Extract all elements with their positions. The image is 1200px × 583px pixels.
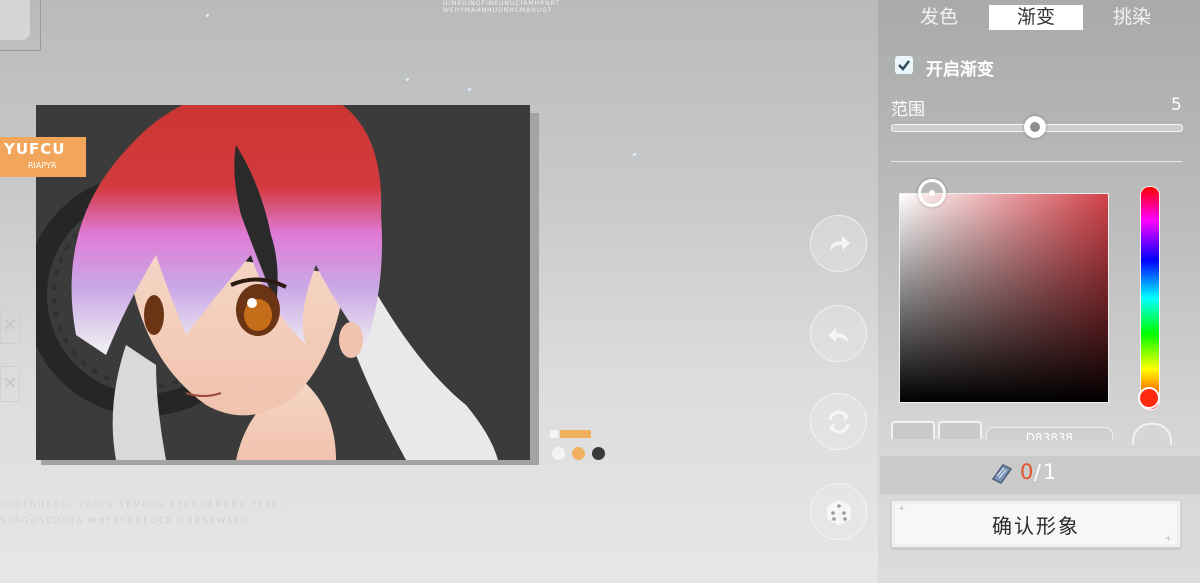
side-decoration: ✕ ✕: [0, 300, 20, 430]
character-subtitle: RIAPYR: [28, 161, 57, 170]
sparkle: [206, 14, 209, 17]
reset-button[interactable]: [810, 393, 867, 450]
confirm-appearance-button[interactable]: + + 确认形象: [891, 500, 1181, 548]
character-illustration: [36, 105, 498, 460]
color-mode-button[interactable]: [891, 421, 935, 439]
swatch-orange[interactable]: [572, 447, 585, 460]
range-slider-thumb[interactable]: [1024, 116, 1046, 138]
hue-slider-thumb[interactable]: [1138, 387, 1160, 409]
redo-icon: [829, 235, 850, 251]
section-divider: [891, 161, 1182, 162]
tab-highlight[interactable]: 挑染: [1099, 5, 1165, 30]
swatch-marker: [550, 430, 558, 438]
range-label: 范围: [891, 100, 925, 120]
enable-gradient-label: 开启渐变: [926, 60, 994, 80]
undo-button[interactable]: [810, 305, 867, 362]
sparkle: [633, 153, 636, 156]
hex-color-input[interactable]: D83838: [986, 427, 1113, 440]
swatch-dark[interactable]: [592, 447, 605, 460]
redo-button[interactable]: [810, 215, 867, 272]
saturation-value-picker[interactable]: [899, 193, 1109, 403]
token-icon: [991, 464, 1013, 484]
range-value: 5: [1171, 95, 1182, 115]
refresh-icon: [828, 410, 849, 433]
hue-slider[interactable]: [1140, 186, 1160, 410]
sparkle: [468, 88, 471, 91]
checkmark-icon: [898, 60, 910, 71]
character-name-tag: YUFCU RIAPYR: [0, 137, 86, 177]
tab-gradient[interactable]: 渐变: [989, 5, 1083, 30]
background-bottom-text: SURGOSCUYNA WHYRYNDEOCK DORNEWARO...: [0, 516, 264, 525]
dice-icon: [826, 499, 851, 525]
undo-icon: [827, 327, 848, 343]
tab-hair-color[interactable]: 发色: [906, 5, 972, 30]
cost-current: 0: [1020, 460, 1034, 484]
sparkle: [406, 78, 409, 81]
cost-total: 1: [1043, 460, 1057, 484]
top-left-frame: [0, 0, 41, 51]
enable-gradient-checkbox[interactable]: [895, 56, 913, 74]
character-preview[interactable]: [36, 105, 530, 460]
color-mode-button[interactable]: [938, 421, 982, 439]
background-bottom-text: OFOFGHERO: YUFCU YEMDOU FYCHUAMENV YYBE.…: [0, 500, 293, 509]
cost-separator: /: [1034, 460, 1042, 484]
saturation-value-thumb[interactable]: [918, 179, 946, 207]
swatch-marker-accent: [560, 430, 591, 438]
character-name: YUFCU: [4, 140, 66, 158]
random-button[interactable]: [810, 483, 867, 540]
confirm-appearance-label: 确认形象: [992, 513, 1080, 538]
swatch-white[interactable]: [552, 447, 565, 460]
background-header-text: UIMEUINOFINEUNUCIAMHRNRT WEHYMAHNHUONHCM…: [443, 0, 561, 14]
